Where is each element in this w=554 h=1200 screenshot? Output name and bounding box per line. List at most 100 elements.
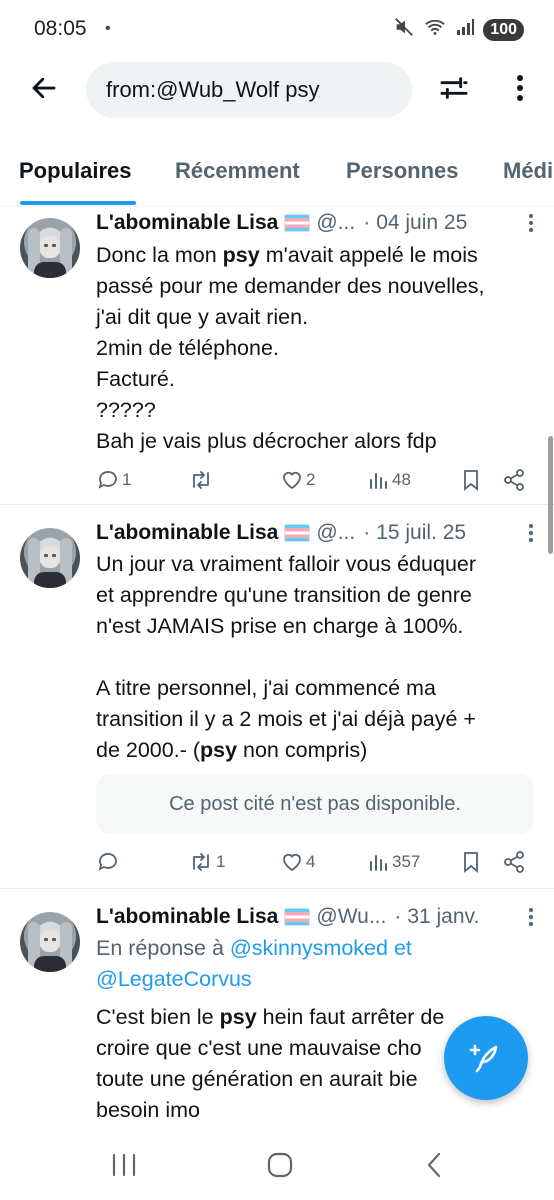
more-vertical-icon bbox=[529, 908, 533, 926]
views-button[interactable]: 357 bbox=[368, 846, 420, 878]
tweet-actions: 1 4 357 bbox=[96, 846, 536, 878]
trans-flag-icon bbox=[284, 908, 311, 926]
views-count: 48 bbox=[392, 470, 411, 489]
avatar[interactable] bbox=[20, 218, 80, 278]
views-button[interactable]: 48 bbox=[368, 464, 411, 496]
tweet-text: Donc la mon psy m'avait appelé le mois p… bbox=[96, 243, 485, 453]
tweet-author-name[interactable]: L'abominable Lisa bbox=[96, 211, 278, 235]
heart-icon bbox=[283, 853, 301, 872]
retweet-count: 1 bbox=[216, 852, 226, 871]
tab-personnes[interactable]: Personnes bbox=[346, 158, 459, 184]
search-header: from:@Wub_Wolf psy bbox=[0, 58, 554, 122]
bookmark-button[interactable] bbox=[460, 846, 482, 878]
tweet-author-handle[interactable]: @... bbox=[316, 211, 355, 235]
tweet-actions: 1 2 48 bbox=[96, 464, 536, 496]
share-button[interactable] bbox=[502, 846, 526, 878]
more-vertical-icon bbox=[529, 214, 533, 232]
status-icons: 100 bbox=[393, 16, 524, 43]
reply-prefix: En réponse à bbox=[96, 936, 224, 960]
home-icon bbox=[267, 1152, 293, 1178]
share-icon bbox=[504, 469, 524, 491]
bookmark-button[interactable] bbox=[460, 464, 482, 496]
retweet-icon bbox=[193, 853, 209, 871]
recent-apps-button[interactable] bbox=[104, 1148, 144, 1182]
feather-plus-icon bbox=[466, 1036, 506, 1081]
like-count: 4 bbox=[306, 852, 316, 871]
bookmark-icon bbox=[464, 470, 478, 491]
mention-link[interactable]: @LegateCorvus bbox=[96, 967, 252, 991]
trans-flag-icon bbox=[284, 214, 311, 232]
bookmark-icon bbox=[464, 852, 478, 873]
comment-icon bbox=[98, 853, 117, 871]
avatar[interactable] bbox=[20, 912, 80, 972]
tweet-menu-button[interactable] bbox=[526, 518, 536, 548]
tweet-author-handle[interactable]: @Wu... bbox=[316, 905, 386, 929]
reply-button[interactable]: 1 bbox=[96, 464, 131, 496]
signal-icon bbox=[455, 17, 475, 42]
tweet-author-name[interactable]: L'abominable Lisa bbox=[96, 905, 278, 929]
back-button[interactable] bbox=[22, 70, 66, 110]
bar-chart-icon bbox=[370, 473, 387, 489]
arrow-left-icon bbox=[29, 73, 59, 108]
scrollbar[interactable] bbox=[548, 436, 553, 554]
heart-icon bbox=[283, 471, 301, 490]
bar-chart-icon bbox=[370, 855, 387, 871]
more-vertical-icon bbox=[515, 73, 525, 108]
wifi-icon bbox=[423, 16, 447, 43]
reply-and: et bbox=[393, 936, 412, 960]
system-back-button[interactable] bbox=[414, 1148, 454, 1182]
more-vertical-icon bbox=[529, 524, 533, 542]
retweet-button[interactable]: 1 bbox=[188, 846, 225, 878]
home-button[interactable] bbox=[260, 1148, 300, 1182]
quote-unavailable-notice: Ce post cité n'est pas disponible. bbox=[96, 774, 534, 834]
tab-populaires[interactable]: Populaires bbox=[19, 158, 131, 184]
tab-medias[interactable]: Médi bbox=[503, 158, 553, 184]
comment-icon bbox=[98, 471, 117, 489]
recent-apps-icon bbox=[112, 1153, 136, 1177]
system-nav-bar bbox=[0, 1130, 554, 1200]
chevron-left-icon bbox=[427, 1152, 441, 1178]
tweet-menu-button[interactable] bbox=[526, 902, 536, 932]
share-icon bbox=[504, 851, 524, 873]
reply-button[interactable] bbox=[96, 846, 122, 878]
tweet-author-name[interactable]: L'abominable Lisa bbox=[96, 521, 278, 545]
tweet[interactable]: L'abominable Lisa @... · 04 juin 25 Donc… bbox=[0, 208, 554, 505]
tweet-author-handle[interactable]: @... bbox=[316, 521, 355, 545]
quote-unavailable-text: Ce post cité n'est pas disponible. bbox=[169, 792, 461, 815]
tweet-header: L'abominable Lisa @... · 15 juil. 25 bbox=[96, 521, 467, 545]
filter-button[interactable] bbox=[432, 70, 476, 110]
search-input[interactable]: from:@Wub_Wolf psy bbox=[86, 62, 412, 118]
status-time: 08:05 bbox=[34, 17, 87, 40]
avatar[interactable] bbox=[20, 528, 80, 588]
search-tabs: Populaires Récemment Personnes Médi bbox=[0, 140, 554, 207]
like-button[interactable]: 2 bbox=[280, 464, 315, 496]
search-query: from:@Wub_Wolf psy bbox=[106, 77, 320, 102]
more-options-button[interactable] bbox=[502, 70, 538, 110]
tweet-date[interactable]: 04 juin 25 bbox=[376, 211, 467, 235]
retweet-icon bbox=[193, 471, 209, 489]
like-count: 2 bbox=[306, 470, 316, 489]
reply-context: En réponse à @skinnysmoked et @LegateCor… bbox=[96, 933, 536, 995]
sliders-icon bbox=[438, 72, 470, 109]
views-count: 357 bbox=[392, 852, 421, 871]
mute-icon bbox=[393, 16, 415, 43]
like-button[interactable]: 4 bbox=[280, 846, 315, 878]
tab-recemment[interactable]: Récemment bbox=[175, 158, 300, 184]
retweet-button[interactable] bbox=[188, 464, 216, 496]
mention-link[interactable]: @skinnysmoked bbox=[230, 936, 388, 960]
active-tab-indicator bbox=[20, 201, 136, 205]
status-notification-dot: • bbox=[105, 20, 111, 37]
share-button[interactable] bbox=[502, 464, 526, 496]
status-bar: 08:05 • 100 bbox=[0, 0, 554, 56]
reply-count: 1 bbox=[122, 470, 132, 489]
compose-button[interactable] bbox=[444, 1016, 528, 1100]
battery-indicator: 100 bbox=[483, 18, 524, 41]
tweet[interactable]: L'abominable Lisa @... · 15 juil. 25 Un … bbox=[0, 518, 554, 889]
tweet-date[interactable]: 15 juil. 25 bbox=[376, 521, 466, 545]
tweet-header: L'abominable Lisa @Wu... · 31 janv. bbox=[96, 905, 480, 929]
tweet-date[interactable]: 31 janv. bbox=[407, 905, 479, 929]
tweet-header: L'abominable Lisa @... · 04 juin 25 bbox=[96, 211, 468, 235]
tweet-menu-button[interactable] bbox=[526, 208, 536, 238]
trans-flag-icon bbox=[284, 524, 311, 542]
tweet-text: Un jour va vraiment falloir vous éduquer… bbox=[96, 552, 477, 762]
